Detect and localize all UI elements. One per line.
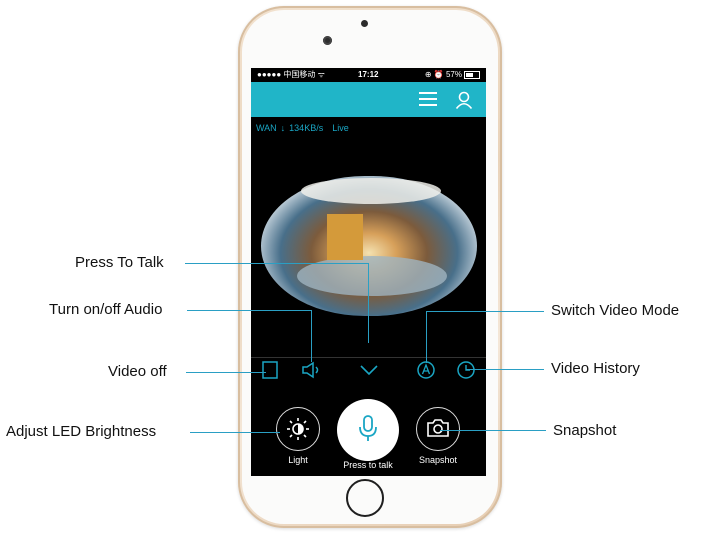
earpiece	[361, 20, 368, 27]
snapshot-label: Snapshot	[418, 455, 458, 465]
leader-audio-v	[311, 310, 312, 362]
callout-video-history: Video History	[551, 360, 640, 377]
leader-led	[190, 432, 280, 433]
video-wall	[327, 214, 363, 260]
leader-snapshot	[440, 430, 546, 431]
battery-icon	[464, 70, 480, 79]
video-feed[interactable]	[261, 176, 477, 316]
snapshot-button[interactable]	[416, 407, 460, 451]
microphone-icon	[359, 415, 377, 441]
leader-switch-mode	[426, 311, 544, 312]
user-icon[interactable]	[455, 91, 473, 109]
callout-audio: Turn on/off Audio	[49, 301, 163, 318]
download-arrow: ↓	[280, 123, 286, 133]
history-icon[interactable]	[456, 360, 476, 380]
light-button[interactable]	[276, 407, 320, 451]
callout-led-brightness: Adjust LED Brightness	[6, 423, 157, 440]
light-label: Light	[288, 455, 308, 465]
video-floor	[297, 256, 447, 296]
chevron-down-icon[interactable]	[359, 364, 379, 376]
speaker-icon[interactable]	[301, 361, 323, 379]
leader-switch-mode-v	[426, 311, 427, 363]
leader-history	[466, 369, 544, 370]
leader-audio	[187, 310, 311, 311]
battery-text: ⊕ ⏰ 57%	[424, 70, 462, 79]
battery-status: ⊕ ⏰ 57%	[425, 68, 480, 82]
auto-mode-icon[interactable]	[416, 360, 436, 380]
leader-press-to-talk-v	[368, 263, 369, 343]
clock: 17:12	[358, 70, 379, 79]
stream-info: WAN ↓ 134KB/s Live	[256, 123, 353, 133]
talk-label: Press to talk	[343, 460, 393, 470]
video-ceiling	[301, 178, 441, 204]
app-header	[251, 82, 486, 117]
menu-icon[interactable]	[419, 92, 437, 107]
home-button[interactable]	[346, 479, 384, 517]
callout-switch-mode: Switch Video Mode	[551, 302, 680, 319]
brightness-icon	[287, 418, 309, 440]
video-off-icon[interactable]	[261, 360, 279, 380]
carrier-signal: ●●●●● 中国移动 ᯤ	[257, 70, 325, 79]
callout-video-off: Video off	[108, 363, 167, 380]
status-bar: ●●●●● 中国移动 ᯤ 17:12 ⊕ ⏰ 57%	[251, 68, 486, 82]
leader-video-off	[186, 372, 266, 373]
live-status: Live	[332, 123, 349, 133]
camera-icon	[427, 419, 449, 437]
stream-speed: 134KB/s	[289, 123, 324, 133]
front-camera	[323, 36, 332, 45]
callout-press-to-talk: Press To Talk	[75, 254, 164, 271]
press-to-talk-button[interactable]	[337, 399, 399, 461]
callout-snapshot: Snapshot	[553, 422, 617, 439]
leader-press-to-talk	[185, 263, 368, 264]
network-type: WAN	[256, 123, 277, 133]
controls-divider	[251, 357, 486, 358]
